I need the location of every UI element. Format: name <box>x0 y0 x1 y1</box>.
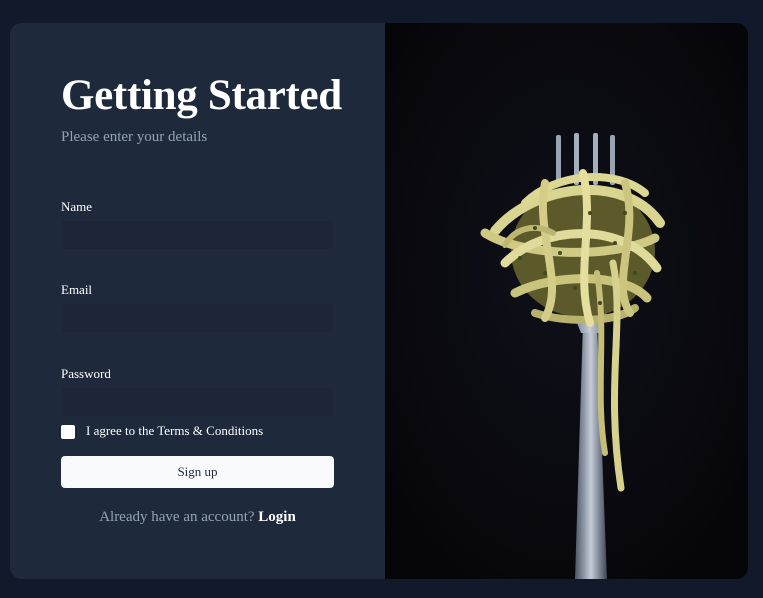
fork-tines <box>556 135 561 185</box>
page-title: Getting Started <box>61 72 342 119</box>
signup-form-panel: Getting Started Please enter your detail… <box>10 23 385 579</box>
login-link[interactable]: Login <box>258 509 296 525</box>
signup-card: Getting Started Please enter your detail… <box>10 23 748 579</box>
name-label: Name <box>61 199 93 214</box>
password-label: Password <box>61 366 111 381</box>
terms-label: I agree to the Terms & Conditions <box>86 423 264 438</box>
email-label: Email <box>61 282 93 297</box>
name-field[interactable] <box>61 220 334 250</box>
sign-up-button[interactable]: Sign up <box>61 456 334 488</box>
login-prompt: Already have an account? Login <box>10 509 385 526</box>
page-subtitle: Please enter your details <box>61 129 208 145</box>
email-field[interactable] <box>61 303 334 333</box>
login-prompt-text: Already have an account? <box>99 509 255 525</box>
terms-checkbox[interactable] <box>61 425 75 439</box>
hero-photo <box>385 23 748 579</box>
password-field[interactable] <box>61 387 334 417</box>
pasta-fork-illustration <box>385 23 748 579</box>
